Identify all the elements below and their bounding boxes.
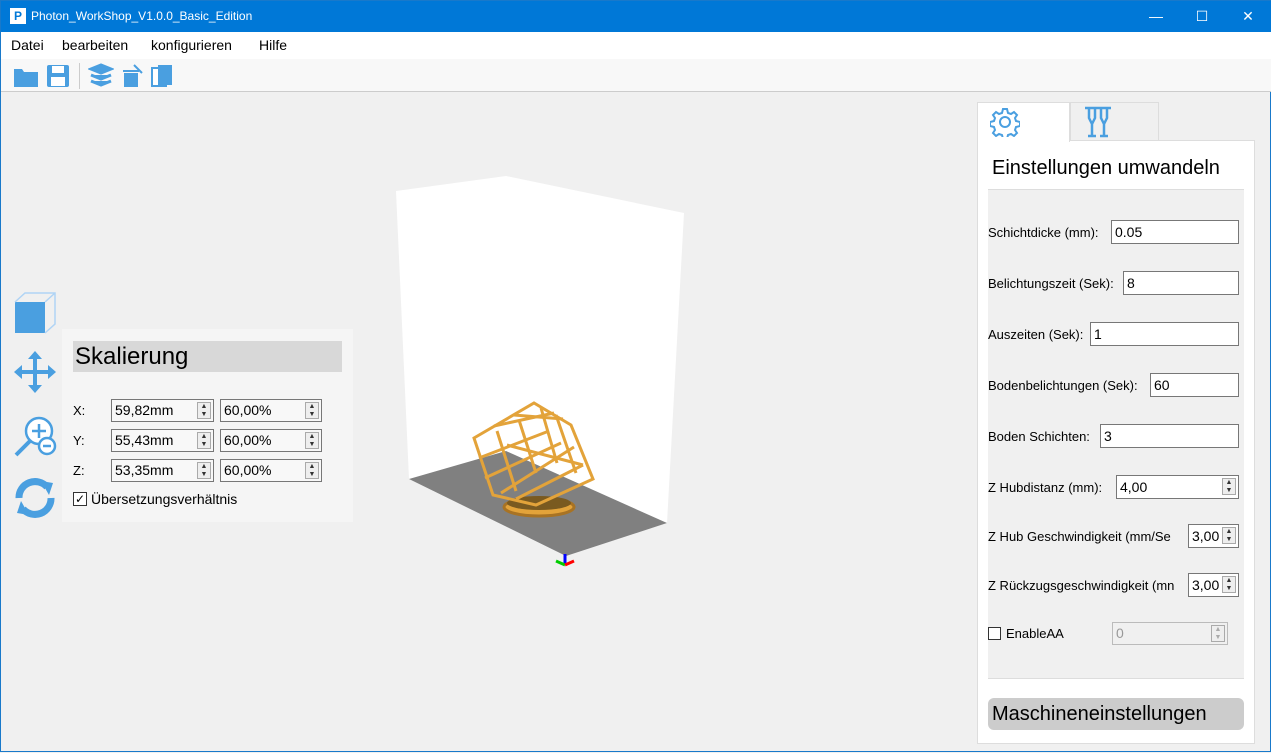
spin-arrows-icon[interactable]: ▲ ▼ xyxy=(305,462,319,479)
layer-thickness-input[interactable]: 0.05 xyxy=(1111,220,1239,244)
value: 53,35mm xyxy=(115,462,174,478)
field-label: Auszeiten (Sek): xyxy=(988,327,1084,342)
copy-icon[interactable] xyxy=(150,63,176,89)
spin-arrows-icon[interactable]: ▲ ▼ xyxy=(1222,478,1236,495)
value: 59,82mm xyxy=(115,402,174,418)
value: 3,00 xyxy=(1192,577,1220,593)
close-button[interactable]: ✕ xyxy=(1225,1,1271,32)
scale-panel: Skalierung X: 59,82mm ▲ ▼ 60,00% ▲ ▼ Y: 55,4… xyxy=(62,329,353,522)
field-label: Z Rückzugsgeschwindigkeit (mn xyxy=(988,578,1175,593)
value: 60,00% xyxy=(224,402,272,418)
window-title: Photon_WorkShop_V1.0.0_Basic_Edition xyxy=(31,9,253,23)
toolbar xyxy=(1,59,1271,92)
gear-icon xyxy=(990,108,1020,137)
zoom-scale-icon[interactable] xyxy=(13,413,59,459)
move-icon[interactable] xyxy=(12,349,58,395)
tab-machine[interactable] xyxy=(1070,102,1159,141)
spin-arrows-icon[interactable]: ▲ ▼ xyxy=(305,402,319,419)
scale-x-pct-input[interactable]: 60,00% ▲ ▼ xyxy=(220,399,322,422)
axis-gizmo xyxy=(555,554,575,567)
rotate-icon[interactable] xyxy=(11,475,59,521)
value: 0 xyxy=(1116,625,1124,641)
enable-aa-checkbox[interactable] xyxy=(988,627,1001,640)
value: 4,00 xyxy=(1120,479,1148,495)
menu-bearbeiten[interactable]: bearbeiten xyxy=(62,37,128,53)
spin-arrows-icon: ▲ ▼ xyxy=(1211,625,1225,642)
scale-y-label: Y: xyxy=(73,433,85,448)
field-label: Boden Schichten: xyxy=(988,429,1090,444)
value: 3,00 xyxy=(1192,528,1220,544)
spin-arrows-icon[interactable]: ▲ ▼ xyxy=(197,462,211,479)
spin-arrows-icon[interactable]: ▲ ▼ xyxy=(197,432,211,449)
toolbar-separator xyxy=(79,63,80,89)
spin-arrows-icon[interactable]: ▲ ▼ xyxy=(305,432,319,449)
maximize-button[interactable]: ☐ xyxy=(1179,1,1225,32)
field-label: Bodenbelichtungen (Sek): xyxy=(988,378,1138,393)
bottom-exposure-input[interactable]: 60 xyxy=(1150,373,1239,397)
field-label: Z Hubdistanz (mm): xyxy=(988,480,1103,495)
divider xyxy=(988,678,1244,679)
ratio-lock-checkbox[interactable]: ✓ xyxy=(73,492,87,506)
view-cube-icon[interactable] xyxy=(13,291,57,335)
field-label: Z Hub Geschwindigkeit (mm/Se xyxy=(988,529,1171,544)
scale-y-mm-input[interactable]: 55,43mm ▲ ▼ xyxy=(111,429,214,452)
menu-bar: Datei bearbeiten konfigurieren Hilfe xyxy=(1,32,1271,59)
enable-aa-label: EnableAA xyxy=(1006,626,1064,641)
menu-datei[interactable]: Datei xyxy=(11,37,44,53)
tab-settings[interactable] xyxy=(977,102,1070,142)
scale-z-pct-input[interactable]: 60,00% ▲ ▼ xyxy=(220,459,322,482)
scale-y-pct-input[interactable]: 60,00% ▲ ▼ xyxy=(220,429,322,452)
value: 60,00% xyxy=(224,432,272,448)
slice-layers-icon[interactable] xyxy=(88,63,114,89)
value: 55,43mm xyxy=(115,432,174,448)
z-lift-speed-input[interactable]: 3,00 ▲ ▼ xyxy=(1188,524,1239,548)
delete-icon[interactable] xyxy=(120,63,146,89)
field-label: Schichtdicke (mm): xyxy=(988,225,1099,240)
machine-settings-button[interactable]: Maschineneinstellungen xyxy=(988,698,1244,730)
spin-arrows-icon[interactable]: ▲ ▼ xyxy=(1222,527,1236,544)
spin-arrows-icon[interactable]: ▲ ▼ xyxy=(197,402,211,419)
printer-icon xyxy=(1085,106,1111,138)
minimize-button[interactable]: — xyxy=(1133,1,1179,32)
scale-title: Skalierung xyxy=(73,341,342,372)
scale-x-label: X: xyxy=(73,403,86,418)
bottom-layers-input[interactable]: 3 xyxy=(1100,424,1239,448)
title-bar: P Photon_WorkShop_V1.0.0_Basic_Edition —… xyxy=(1,1,1271,32)
spin-arrows-icon[interactable]: ▲ ▼ xyxy=(1222,576,1236,593)
settings-panel: Einstellungen umwandeln Schichtdicke (mm… xyxy=(977,140,1255,744)
settings-form: Schichtdicke (mm): 0.05 Belichtungszeit … xyxy=(988,189,1244,679)
z-retract-speed-input[interactable]: 3,00 ▲ ▼ xyxy=(1188,573,1239,597)
exposure-time-input[interactable]: 8 xyxy=(1123,271,1239,295)
scale-z-mm-input[interactable]: 53,35mm ▲ ▼ xyxy=(111,459,214,482)
app-logo-icon: P xyxy=(10,8,26,24)
field-label: Belichtungszeit (Sek): xyxy=(988,276,1114,291)
ratio-lock-label: Übersetzungsverhältnis xyxy=(91,491,238,507)
open-folder-icon[interactable] xyxy=(13,63,39,89)
scale-x-mm-input[interactable]: 59,82mm ▲ ▼ xyxy=(111,399,214,422)
aa-level-input: 0 ▲ ▼ xyxy=(1112,622,1228,645)
settings-title: Einstellungen umwandeln xyxy=(992,157,1220,179)
save-icon[interactable] xyxy=(45,63,71,89)
z-lift-distance-input[interactable]: 4,00 ▲ ▼ xyxy=(1116,475,1239,499)
off-time-input[interactable]: 1 xyxy=(1090,322,1239,346)
value: 60,00% xyxy=(224,462,272,478)
scale-z-label: Z: xyxy=(73,463,85,478)
menu-konfigurieren[interactable]: konfigurieren xyxy=(151,37,232,53)
menu-hilfe[interactable]: Hilfe xyxy=(259,37,287,53)
